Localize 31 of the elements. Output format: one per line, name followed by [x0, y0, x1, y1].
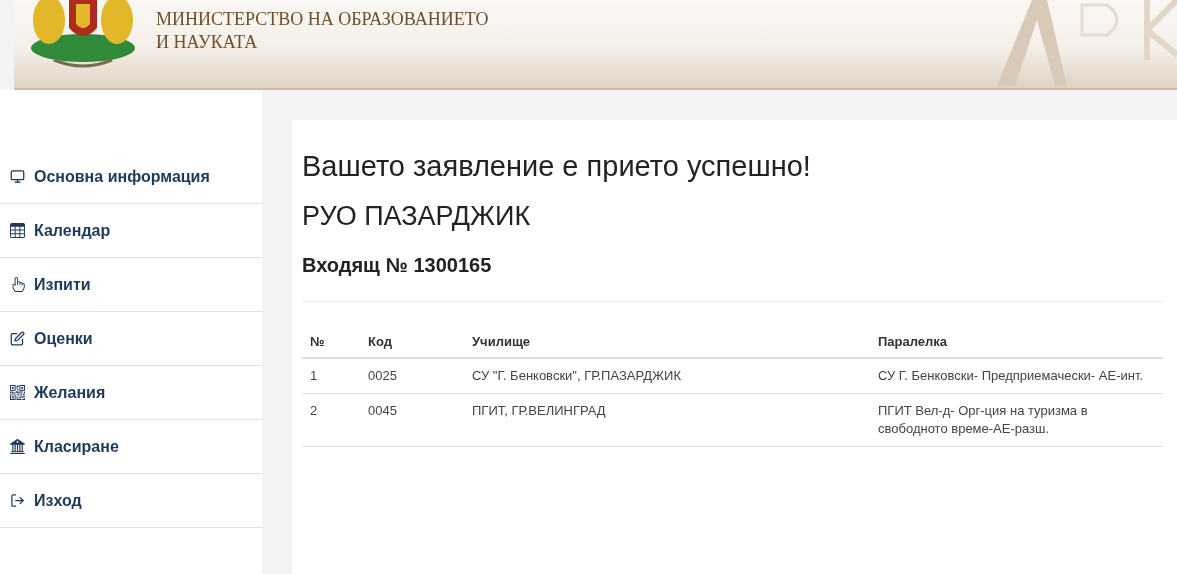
table-cell: СУ "Г. Бенковски", ГР.ПАЗАРДЖИК [464, 358, 870, 394]
table-cell: 0025 [360, 358, 464, 394]
sidebar-item[interactable]: Класиране [0, 420, 262, 474]
table-cell: 0045 [360, 393, 464, 447]
ministry-name: И НАУКАТА [156, 31, 259, 54]
exit-icon [10, 493, 25, 508]
sidebar-item[interactable]: Календар [0, 204, 262, 258]
office-name: РУО ПАЗАРДЖИК [302, 201, 532, 232]
sidebar-item[interactable]: Оценки [0, 312, 262, 366]
table-cell: 2 [302, 393, 360, 447]
column-header: Училище [464, 326, 870, 358]
grid-icon [10, 223, 25, 238]
table-cell: СУ Г. Бенковски- Предприемачески- АЕ-инт. [870, 358, 1163, 394]
bank-icon [10, 439, 25, 454]
edit-icon [10, 331, 25, 346]
monitor-icon [10, 169, 25, 184]
sidebar-item[interactable]: Изход [0, 474, 262, 528]
sidebar-item[interactable]: Основна информация [0, 150, 262, 204]
hand-icon [10, 277, 25, 292]
incoming-number: Входящ № 1300165 [302, 254, 1163, 302]
column-header: Код [360, 326, 464, 358]
sidebar-item[interactable]: Желания [0, 366, 262, 420]
column-header: Паралелка [870, 326, 1163, 358]
table-cell: 1 [302, 358, 360, 394]
success-message: Вашето заявление е прието успешно! [302, 150, 812, 183]
sidebar-item[interactable]: Изпити [0, 258, 262, 312]
table-cell: ПГИТ, ГР.ВЕЛИНГРАД [464, 393, 870, 447]
column-header: № [302, 326, 360, 358]
table-cell: ПГИТ Вел-д- Орг-ция на туризма в свободното време-АЕ-разш. [870, 393, 1163, 447]
qr-code-icon [10, 385, 25, 400]
ministry-name: МИНИСТЕРСТВО НА ОБРАЗОВАНИЕТО [156, 8, 489, 31]
